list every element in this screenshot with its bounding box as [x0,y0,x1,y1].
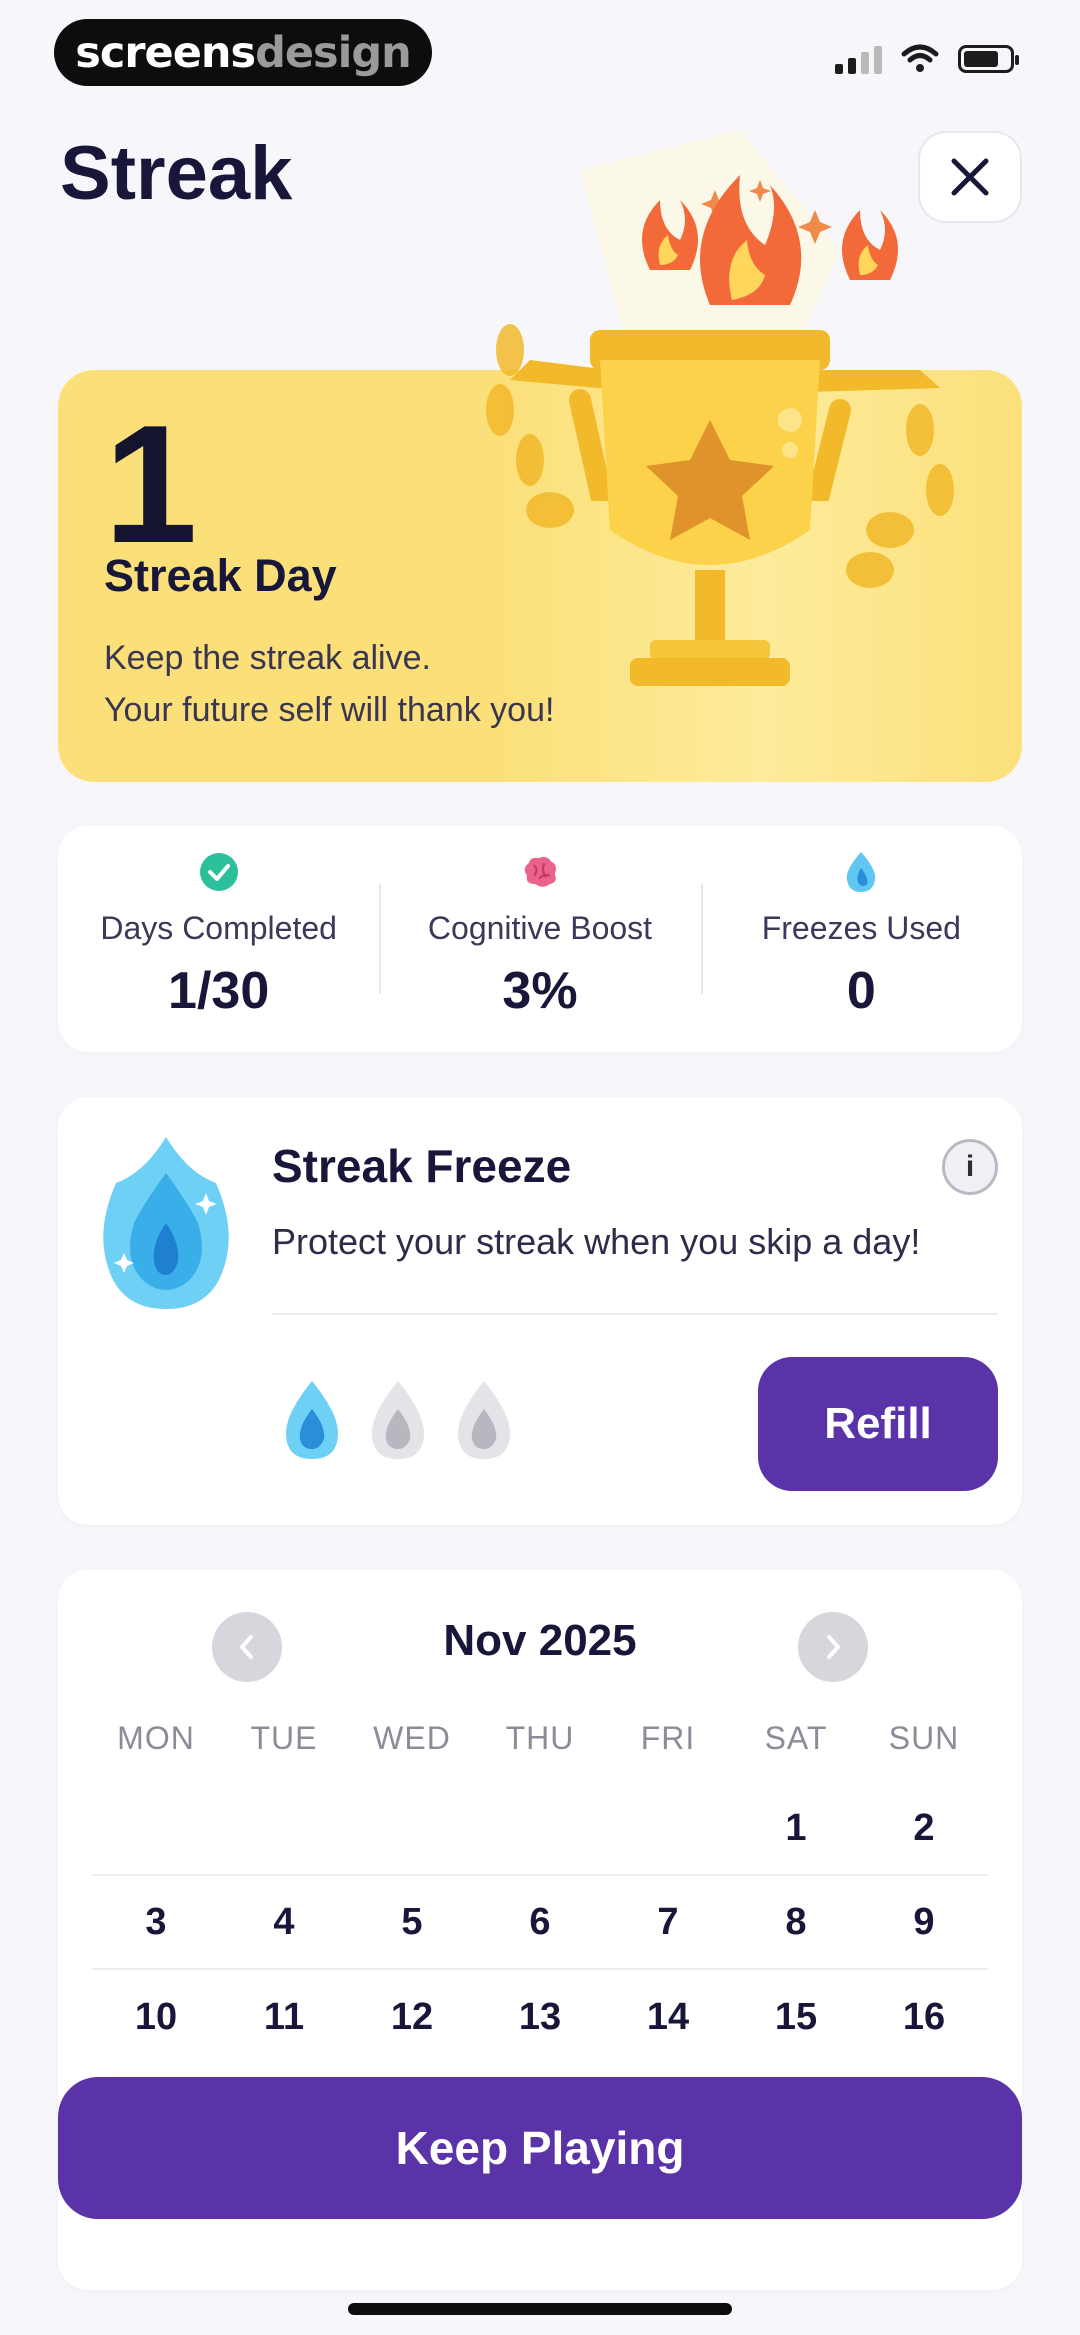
stat-label: Cognitive Boost [427,910,653,946]
check-icon [199,852,239,892]
stat-freezes-used: Freezes Used 0 [700,826,1022,1052]
weekday-label: FRI [640,1720,696,1756]
chevron-right-icon [827,1635,840,1659]
status-bar [835,44,1019,74]
calendar-day[interactable]: 9 [860,1901,988,1944]
watermark-part1: screens [75,27,256,78]
calendar-day[interactable]: 10 [92,1996,220,2039]
streak-count: 1 [104,390,198,578]
ice-flame-icon [103,1137,229,1309]
page-title: Streak [60,131,293,216]
weekday-label: SAT [764,1720,828,1756]
weekday-header: MON TUE WED THU FRI SAT SUN [92,1720,988,1757]
calendar-day[interactable]: 6 [476,1901,604,1944]
watermark-part2: design [255,27,412,78]
close-icon [951,158,989,196]
keep-playing-button[interactable]: Keep Playing [58,2077,1022,2219]
brain-icon [520,852,560,892]
stat-cognitive-boost: Cognitive Boost 3% [379,826,700,1052]
close-button[interactable] [918,131,1022,223]
streak-freeze-card: Streak Freeze Protect your streak when y… [58,1097,1022,1525]
calendar-day[interactable]: 13 [476,1996,604,2039]
freeze-drop-active-icon [286,1381,338,1459]
calendar-day[interactable]: 14 [604,1996,732,2039]
streak-label: Streak Day [104,550,337,601]
stat-value: 3% [502,962,578,1020]
trophy-icon [486,130,954,686]
freeze-description: Protect your streak when you skip a day! [272,1221,921,1262]
calendar-week: 3 4 5 6 7 8 9 [92,1876,988,1970]
weekday-label: SUN [888,1720,960,1756]
calendar-day[interactable]: 4 [220,1901,348,1944]
calendar-day[interactable]: 16 [860,1996,988,2039]
calendar-day[interactable]: 1 [732,1807,860,1850]
calendar-week: 10 11 12 13 14 15 16 [92,1970,988,2064]
weekday-label: WED [373,1720,451,1756]
battery-icon [958,45,1019,73]
calendar-day[interactable]: 15 [732,1996,860,2039]
weekday-label: THU [505,1720,575,1756]
stat-label: Freezes Used [761,910,961,946]
calendar-day[interactable]: 3 [92,1901,220,1944]
info-button[interactable]: i [942,1139,998,1195]
calendar-day[interactable]: 7 [604,1901,732,1944]
freeze-drop-icon [841,852,881,892]
calendar-day[interactable]: 5 [348,1901,476,1944]
stat-label: Days Completed [100,910,337,946]
freeze-drop-empty-icon [458,1381,510,1459]
weekday-label: MON [117,1720,195,1756]
calendar-day[interactable]: 11 [220,1996,348,2039]
home-indicator[interactable] [348,2303,732,2315]
calendar-day[interactable]: 12 [348,1996,476,2039]
wifi-icon [901,44,939,72]
weekday-label: TUE [250,1720,318,1756]
watermark-logo: screens design [54,19,432,86]
calendar-month: Nov 2025 [443,1616,637,1665]
signal-icon [835,44,882,74]
stat-days-completed: Days Completed 1/30 [58,826,379,1052]
divider [272,1313,998,1315]
calendar-week: 1 2 [92,1782,988,1876]
freeze-drops [280,1379,516,1463]
freeze-title: Streak Freeze [272,1140,572,1192]
calendar-day[interactable]: 8 [732,1901,860,1944]
freeze-drop-empty-icon [372,1381,424,1459]
stat-value: 1/30 [168,962,270,1020]
refill-button[interactable]: Refill [758,1357,998,1491]
calendar-day[interactable]: 2 [860,1807,988,1850]
stats-panel: Days Completed 1/30 Cognitive Boost 3% F… [58,826,1022,1052]
stat-value: 0 [846,962,876,1020]
next-month-button[interactable] [798,1612,868,1682]
